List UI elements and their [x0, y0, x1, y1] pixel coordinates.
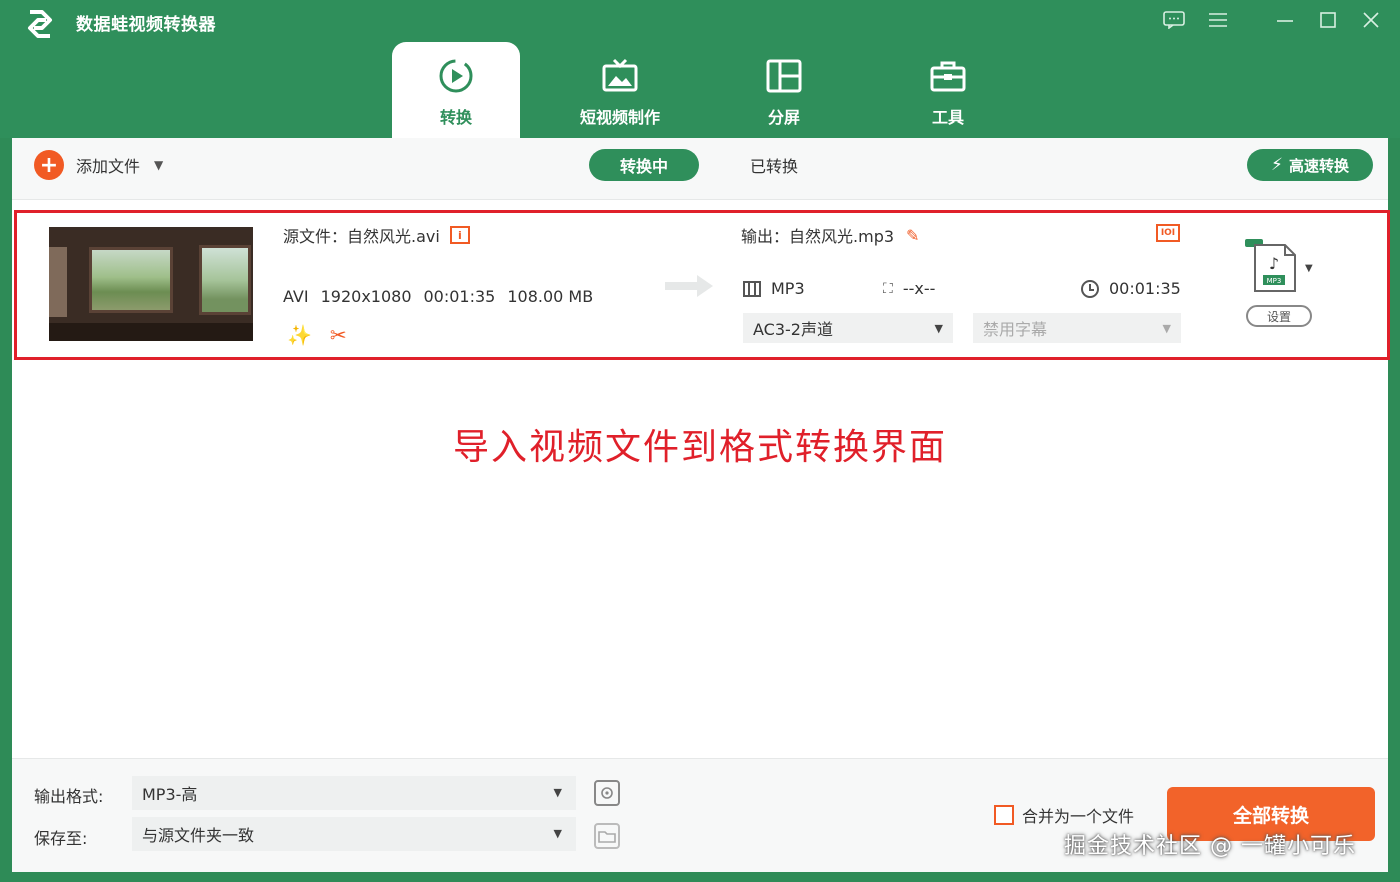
caret-down-icon: ▼: [553, 786, 562, 799]
output-format-value: MP3-高: [142, 785, 198, 804]
watermark: 掘金技术社区 @ 一罐小可乐: [1064, 834, 1356, 859]
menu-icon[interactable]: [1205, 8, 1231, 32]
source-size: 108.00 MB: [507, 287, 594, 306]
caret-down-icon: ▼: [1162, 322, 1171, 335]
merge-label: 合并为一个文件: [1022, 807, 1135, 826]
save-to-select[interactable]: 与源文件夹一致 ▼: [132, 817, 576, 851]
app-title: 数据蛙视频转换器: [76, 15, 216, 35]
tab-converted[interactable]: 已转换: [724, 149, 824, 181]
clock-icon: [1081, 279, 1099, 298]
convert-icon: [436, 56, 476, 96]
audio-track-value: AC3-2声道: [753, 320, 833, 339]
tab-label: 短视频制作: [579, 108, 660, 127]
source-file-line: 源文件： 自然风光.avi i: [283, 223, 470, 247]
tab-convert[interactable]: 转换: [392, 42, 520, 138]
annotation-text: 导入视频文件到格式转换界面: [452, 427, 947, 468]
tv-icon: [600, 56, 640, 96]
caret-down-icon[interactable]: ▼: [154, 158, 163, 172]
tab-split-screen[interactable]: 分屏: [720, 42, 848, 138]
edit-tools: ✨ ✂: [287, 323, 347, 347]
caret-down-icon: ▼: [553, 827, 562, 840]
title-bar: 数据蛙视频转换器 转换 短视频制作 分屏 工具: [0, 0, 1400, 138]
checkbox-icon[interactable]: [994, 805, 1014, 825]
source-format: AVI: [283, 287, 309, 306]
scissors-icon[interactable]: ✂: [330, 323, 347, 347]
film-icon: [743, 280, 761, 297]
tab-tools[interactable]: 工具: [884, 42, 1012, 138]
plus-icon: +: [34, 150, 64, 180]
source-resolution: 1920x1080: [320, 287, 412, 306]
output-file-line: 输出： 自然风光.mp3 ✎: [741, 223, 919, 247]
app-logo-icon: [28, 10, 52, 38]
audio-track-select[interactable]: AC3-2声道 ▼: [743, 313, 953, 343]
output-file-name: 自然风光.mp3: [789, 227, 895, 246]
close-icon[interactable]: [1358, 8, 1384, 32]
add-file-label: 添加文件: [76, 157, 141, 176]
audio-file-icon[interactable]: ♪ MP3: [1245, 237, 1301, 293]
source-label: 源文件：: [283, 227, 348, 246]
resize-icon: ⛶: [883, 280, 893, 297]
output-resolution: --x--: [902, 279, 936, 298]
caret-down-icon: ▼: [934, 322, 943, 335]
turbo-convert-label: 高速转换: [1288, 156, 1349, 175]
turbo-convert-button[interactable]: ⚡ 高速转换: [1247, 149, 1373, 181]
source-duration: 00:01:35: [423, 287, 496, 306]
add-file-button[interactable]: + 添加文件 ▼: [34, 150, 163, 180]
toolbar: + 添加文件 ▼ 转换中 已转换 ⚡ 高速转换: [12, 138, 1388, 200]
info-icon[interactable]: i: [449, 226, 470, 244]
source-meta: AVI 1920x1080 00:01:35 108.00 MB: [283, 287, 593, 306]
tab-converting[interactable]: 转换中: [589, 149, 699, 181]
output-format-select[interactable]: MP3-高 ▼: [132, 776, 576, 810]
merge-checkbox[interactable]: 合并为一个文件: [994, 803, 1134, 827]
folder-icon[interactable]: [594, 823, 620, 849]
file-icon-text: MP3: [1267, 277, 1282, 285]
output-format: MP3: [771, 279, 805, 298]
output-label: 输出：: [741, 227, 790, 246]
toolbox-icon: [928, 56, 968, 96]
arrow-right-icon: [665, 275, 713, 297]
format-badge-icon[interactable]: IOI: [1156, 224, 1180, 242]
file-item-row: 源文件： 自然风光.avi i AVI 1920x1080 00:01:35 1…: [14, 210, 1390, 360]
magic-wand-icon[interactable]: ✨: [287, 323, 312, 347]
maximize-icon[interactable]: [1315, 8, 1341, 32]
format-settings-icon[interactable]: [594, 780, 620, 806]
save-to-label: 保存至:: [34, 829, 88, 848]
video-thumbnail[interactable]: [49, 227, 253, 341]
feedback-icon[interactable]: [1161, 8, 1187, 32]
tab-label: 工具: [931, 108, 964, 127]
subtitle-value: 禁用字幕: [983, 320, 1048, 339]
minimize-icon[interactable]: [1272, 8, 1298, 32]
output-duration: 00:01:35: [1109, 279, 1181, 298]
tab-label: 转换: [439, 108, 472, 127]
caret-down-icon[interactable]: ▼: [1305, 263, 1313, 274]
split-screen-icon: [764, 56, 804, 96]
source-file-name: 自然风光.avi: [347, 227, 440, 246]
tab-label: 分屏: [767, 108, 800, 127]
settings-button[interactable]: 设置: [1246, 305, 1312, 327]
output-meta: MP3 ⛶ --x-- 00:01:35: [743, 279, 1183, 303]
output-format-label: 输出格式:: [34, 787, 104, 806]
lightning-icon: ⚡: [1271, 155, 1283, 175]
save-to-value: 与源文件夹一致: [142, 826, 255, 845]
svg-text:♪: ♪: [1269, 254, 1279, 273]
tab-short-video[interactable]: 短视频制作: [556, 42, 684, 138]
subtitle-select[interactable]: 禁用字幕 ▼: [973, 313, 1181, 343]
main-panel: + 添加文件 ▼ 转换中 已转换 ⚡ 高速转换 源文件： 自然风光.avi i …: [12, 138, 1390, 872]
rename-pen-icon[interactable]: ✎: [906, 226, 919, 245]
